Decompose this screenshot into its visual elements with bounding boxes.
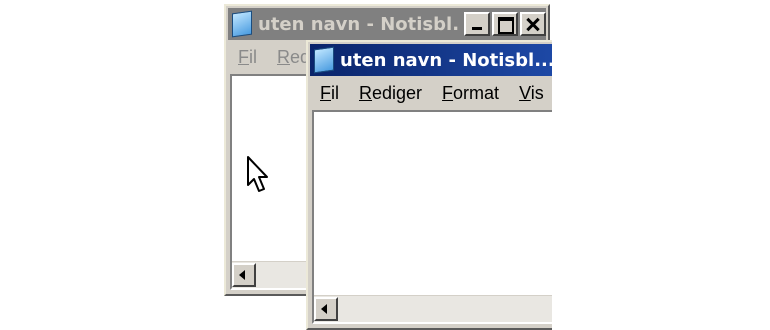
window-title: uten navn - Notisbl... (340, 49, 555, 71)
caption-buttons (464, 12, 546, 36)
mouse-pointer-icon (247, 156, 268, 192)
menu-bar: Fil Rediger Format Vis (310, 78, 562, 108)
scroll-left-button[interactable] (314, 297, 338, 321)
notepad-window-foreground[interactable]: uten navn - Notisbl... Fil Rediger Forma… (306, 40, 566, 330)
notepad-icon (314, 46, 334, 74)
menu-rediger[interactable]: Rediger (349, 83, 432, 104)
title-bar[interactable]: uten navn - Notisbl... (228, 8, 546, 40)
text-area[interactable] (312, 110, 564, 324)
close-button[interactable] (520, 12, 546, 36)
title-bar[interactable]: uten navn - Notisbl... (310, 44, 562, 76)
notepad-icon (232, 10, 252, 38)
menu-fil[interactable]: Fil (310, 83, 349, 104)
maximize-button[interactable] (492, 12, 518, 36)
menu-format[interactable]: Format (432, 83, 509, 104)
scroll-left-button[interactable] (232, 263, 256, 287)
window-title: uten navn - Notisbl... (258, 13, 458, 35)
minimize-button[interactable] (464, 12, 490, 36)
horizontal-scrollbar[interactable] (314, 295, 562, 322)
image-crop-area (552, 0, 770, 330)
menu-vis[interactable]: Vis (509, 83, 554, 104)
menu-fil[interactable]: Fil (228, 47, 267, 68)
